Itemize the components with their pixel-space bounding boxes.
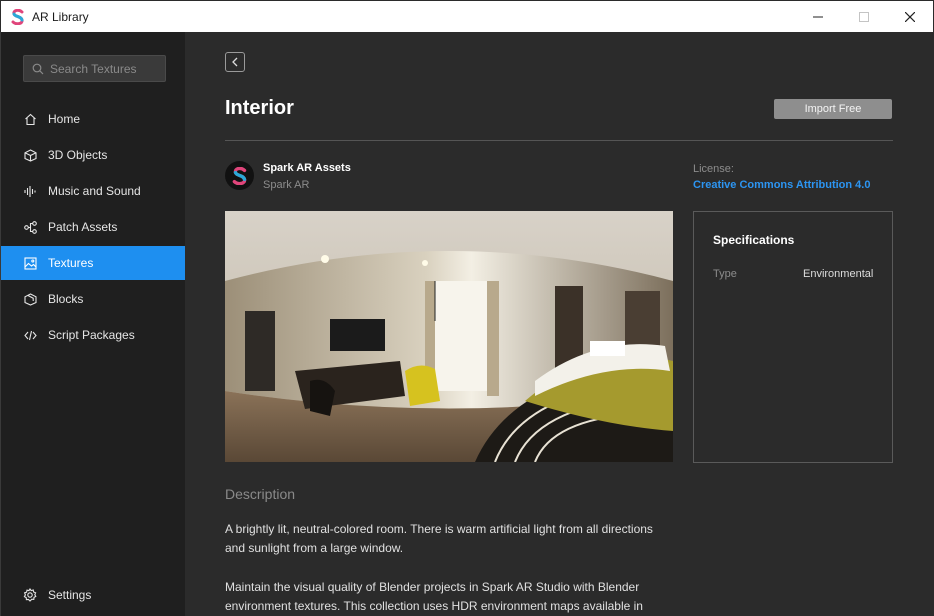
window-title: AR Library: [32, 9, 89, 24]
spec-type-label: Type: [713, 268, 737, 280]
sidebar-item-3d-objects[interactable]: 3D Objects: [1, 138, 186, 172]
license-link[interactable]: Creative Commons Attribution 4.0: [693, 179, 870, 191]
sidebar-item-label: Textures: [48, 256, 94, 270]
sidebar-item-textures[interactable]: Textures: [1, 246, 186, 280]
blocks-icon: [23, 292, 37, 306]
sidebar-nav: Home 3D Objects Music and Sound Patch As…: [1, 102, 186, 354]
image-icon: [23, 256, 37, 270]
sidebar-item-blocks[interactable]: Blocks: [1, 282, 186, 316]
patch-icon: [23, 220, 37, 234]
waveform-icon: [23, 184, 37, 198]
import-free-button[interactable]: Import Free: [774, 99, 892, 119]
maximize-icon: [859, 11, 869, 22]
divider: [225, 140, 893, 141]
chevron-left-icon: [232, 57, 238, 67]
sidebar-item-label: Home: [48, 112, 81, 126]
search-box[interactable]: [23, 55, 166, 82]
sidebar: Home 3D Objects Music and Sound Patch As…: [0, 32, 186, 616]
description-paragraph: A brightly lit, neutral-colored room. Th…: [225, 522, 653, 555]
maximize-button[interactable]: [841, 1, 887, 32]
sidebar-item-music-and-sound[interactable]: Music and Sound: [1, 174, 186, 208]
sidebar-item-home[interactable]: Home: [1, 102, 186, 136]
description-heading: Description: [225, 486, 296, 502]
sidebar-item-patch-assets[interactable]: Patch Assets: [1, 210, 186, 244]
gear-icon: [23, 588, 37, 602]
search-icon: [32, 63, 44, 74]
title-bar: AR Library: [0, 0, 934, 32]
sidebar-item-script-packages[interactable]: Script Packages: [1, 318, 186, 352]
sidebar-item-settings[interactable]: Settings: [1, 580, 186, 610]
description-paragraph: Maintain the visual quality of Blender p…: [225, 580, 643, 613]
sidebar-item-label: Blocks: [48, 292, 84, 306]
minimize-icon: [813, 16, 823, 17]
close-icon: [905, 11, 915, 22]
specifications-panel: Specifications Type Environmental: [693, 211, 893, 463]
main-content: Interior Import Free Spark AR Assets Spa…: [185, 32, 934, 616]
author-name[interactable]: Spark AR Assets: [263, 162, 351, 174]
spec-type-value: Environmental: [803, 268, 874, 280]
sidebar-item-label: Music and Sound: [48, 184, 141, 198]
license-label: License:: [693, 163, 734, 175]
sidebar-item-label: Patch Assets: [48, 220, 118, 234]
author-subtitle: Spark AR: [263, 179, 310, 191]
code-icon: [23, 328, 37, 342]
author-avatar: [225, 161, 254, 190]
close-button[interactable]: [887, 1, 933, 32]
search-input[interactable]: [50, 61, 160, 76]
cube-icon: [23, 148, 37, 162]
sidebar-item-label: Script Packages: [48, 328, 135, 342]
sidebar-item-label: 3D Objects: [48, 148, 108, 162]
spark-ar-logo-icon: [10, 8, 26, 25]
back-button[interactable]: [225, 52, 245, 72]
home-icon: [23, 112, 37, 126]
spark-ar-logo-icon: [232, 166, 246, 185]
page-title: Interior: [225, 97, 294, 119]
specifications-title: Specifications: [713, 233, 795, 247]
minimize-button[interactable]: [795, 1, 841, 32]
texture-preview-image: [225, 211, 673, 462]
settings-label: Settings: [48, 588, 92, 602]
